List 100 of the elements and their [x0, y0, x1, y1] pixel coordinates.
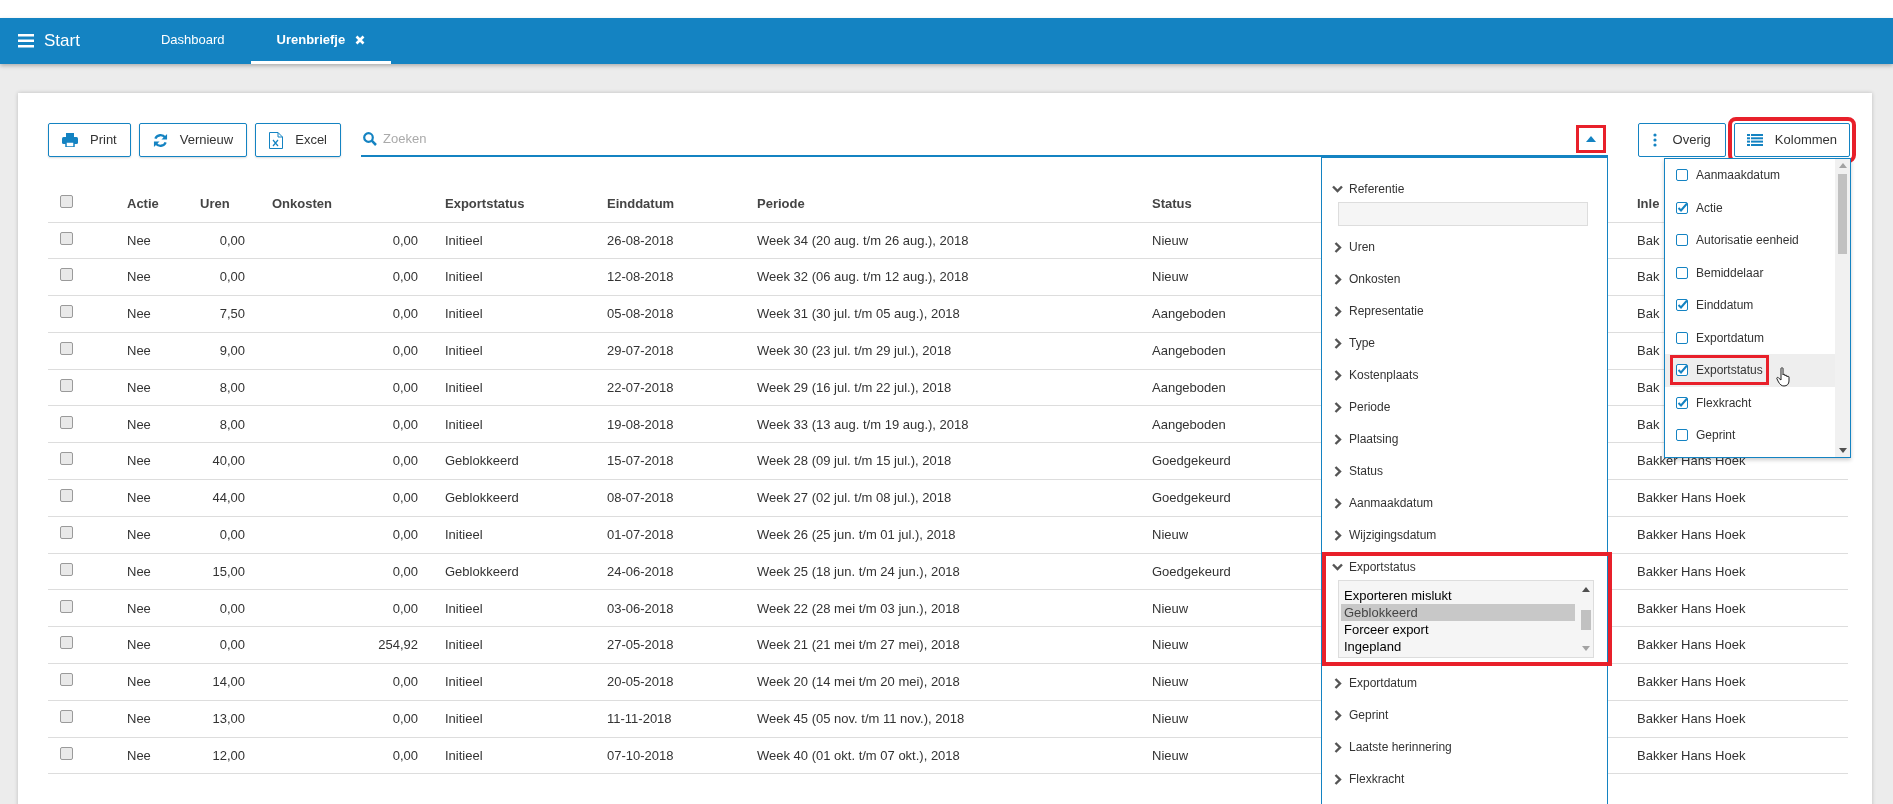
column-header[interactable]: Actie: [127, 195, 159, 211]
filter-section-header[interactable]: Geprint: [1332, 704, 1602, 726]
filter-section-header[interactable]: Exportstatus: [1332, 556, 1602, 578]
row-checkbox[interactable]: [60, 342, 73, 356]
column-option[interactable]: Einddatum: [1665, 289, 1835, 322]
column-header[interactable]: Onkosten: [272, 195, 332, 211]
scroll-up-icon[interactable]: [1838, 163, 1847, 168]
column-header[interactable]: Periode: [757, 195, 805, 211]
table-cell: Week 27 (02 jul. t/m 08 jul.), 2018: [757, 490, 952, 506]
column-option[interactable]: Exportstatus: [1665, 354, 1835, 387]
column-option[interactable]: Aanmaakdatum: [1665, 159, 1835, 192]
column-option[interactable]: Flexkracht: [1665, 386, 1835, 419]
table-cell: Week 30 (23 jul. t/m 29 jul.), 2018: [757, 343, 952, 359]
refresh-button[interactable]: Vernieuw: [138, 123, 248, 157]
table-cell: 15-07-2018: [607, 453, 674, 469]
row-checkbox[interactable]: [60, 378, 73, 392]
row-checkbox[interactable]: [60, 636, 73, 650]
scrollbar-thumb[interactable]: [1581, 610, 1591, 630]
column-option[interactable]: Geprint: [1665, 419, 1835, 452]
filter-section-header[interactable]: Type: [1332, 332, 1602, 354]
row-checkbox[interactable]: [60, 305, 73, 319]
row-checkbox[interactable]: [60, 231, 73, 245]
table-cell: 0,00: [392, 232, 418, 248]
column-option[interactable]: Exportdatum: [1665, 321, 1835, 354]
table-cell: Goedgekeurd: [1152, 453, 1231, 469]
list-icon: [1746, 134, 1763, 146]
row-checkbox[interactable]: [60, 194, 73, 208]
filter-listbox[interactable]: Exporteren mislukt Geblokkeerd Forceer export Ingepland: [1338, 580, 1594, 658]
table-cell: 13,00: [212, 711, 245, 726]
table-cell: Goedgekeurd: [1152, 490, 1231, 506]
filter-section-header[interactable]: Laatste herinnering: [1332, 736, 1602, 758]
table-cell: 0,00: [392, 600, 418, 616]
table-cell: Nee: [127, 306, 151, 322]
row-checkbox[interactable]: [60, 415, 73, 429]
scroll-down-icon[interactable]: [1838, 448, 1847, 453]
table-cell: 29-07-2018: [607, 343, 674, 359]
row-checkbox[interactable]: [60, 673, 73, 687]
table-cell: Bakker Hans Hoek: [1637, 600, 1746, 616]
listbox-option[interactable]: Forceer export: [1341, 621, 1575, 638]
menu-button[interactable]: Start: [0, 18, 100, 64]
table-cell: 01-07-2018: [607, 527, 674, 542]
filter-section-header[interactable]: Representatie: [1332, 300, 1602, 322]
table-cell: Bak: [1637, 269, 1660, 285]
table-cell: 7,50: [219, 306, 245, 322]
table-cell: 24-06-2018: [607, 563, 674, 579]
close-icon[interactable]: [355, 34, 366, 45]
table-cell: Initieel: [445, 269, 483, 285]
row-checkbox[interactable]: [60, 268, 73, 282]
excel-button[interactable]: Excel: [255, 123, 341, 157]
more-button[interactable]: Overig: [1637, 123, 1726, 157]
tab[interactable]: Urenbriefje: [250, 18, 392, 64]
row-checkbox[interactable]: [60, 746, 73, 760]
row-checkbox[interactable]: [60, 526, 73, 539]
filter-section-header[interactable]: Plaatsing: [1332, 428, 1602, 450]
table-cell: Week 26 (25 jun. t/m 01 jul.), 2018: [757, 527, 956, 542]
search-field[interactable]: Zoeken: [383, 129, 1574, 149]
column-header[interactable]: Einddatum: [607, 195, 675, 211]
listbox-option[interactable]: Ingepland: [1341, 638, 1575, 655]
column-header[interactable]: Exportstatus: [445, 195, 525, 211]
row-checkbox[interactable]: [60, 710, 73, 723]
row-checkbox[interactable]: [60, 489, 73, 503]
filter-section-header[interactable]: Wijzigingsdatum: [1332, 524, 1602, 546]
table-cell: 0,00: [219, 269, 245, 285]
table-cell: Week 29 (16 jul. t/m 22 jul.), 2018: [757, 379, 952, 395]
column-option[interactable]: Actie: [1665, 191, 1835, 224]
filter-section-header[interactable]: Status: [1332, 460, 1602, 482]
column-header[interactable]: Uren: [200, 195, 230, 211]
filter-section-header[interactable]: Periode: [1332, 396, 1602, 418]
row-checkbox[interactable]: [60, 599, 73, 613]
filter-section-header[interactable]: Flexkracht: [1332, 768, 1602, 790]
column-option[interactable]: Autorisatie eenheid: [1665, 224, 1835, 257]
row-checkbox[interactable]: [60, 562, 73, 576]
column-header[interactable]: Status: [1152, 195, 1192, 211]
chevron-right-icon: [1334, 433, 1342, 445]
column-option[interactable]: Bemiddelaar: [1665, 256, 1835, 289]
filter-input-field[interactable]: [1338, 202, 1588, 226]
row-checkbox[interactable]: [60, 452, 73, 466]
filter-section-header[interactable]: Kostenplaats: [1332, 364, 1602, 386]
table-cell: Initieel: [445, 674, 483, 690]
filter-section-header[interactable]: Uren: [1332, 236, 1602, 258]
listbox-option[interactable]: Exporteren mislukt: [1341, 587, 1575, 604]
listbox-option[interactable]: Geblokkeerd: [1341, 604, 1575, 621]
scrollbar-thumb[interactable]: [1838, 174, 1847, 254]
table-cell: 22-07-2018: [607, 379, 674, 395]
tab[interactable]: Dashboard: [134, 18, 251, 64]
filter-section-header[interactable]: Onkosten: [1332, 268, 1602, 290]
table-cell: 9,00: [219, 343, 245, 359]
filter-section-header[interactable]: Referentie: [1332, 178, 1602, 200]
table-cell: 0,00: [219, 232, 245, 248]
table-cell: Bak: [1637, 379, 1660, 395]
filter-section-header[interactable]: Exportdatum: [1332, 672, 1602, 694]
filter-section-header[interactable]: Aanmaakdatum: [1332, 492, 1602, 514]
print-button[interactable]: Print: [48, 123, 131, 157]
table-cell: Nieuw: [1152, 674, 1189, 690]
chevron-right-icon: [1334, 337, 1342, 349]
scrollbar[interactable]: [1835, 159, 1850, 457]
column-header[interactable]: Inle: [1637, 195, 1660, 211]
search-icon: [363, 132, 377, 146]
table-cell: Nieuw: [1152, 711, 1189, 726]
table-cell: 0,00: [392, 563, 418, 579]
